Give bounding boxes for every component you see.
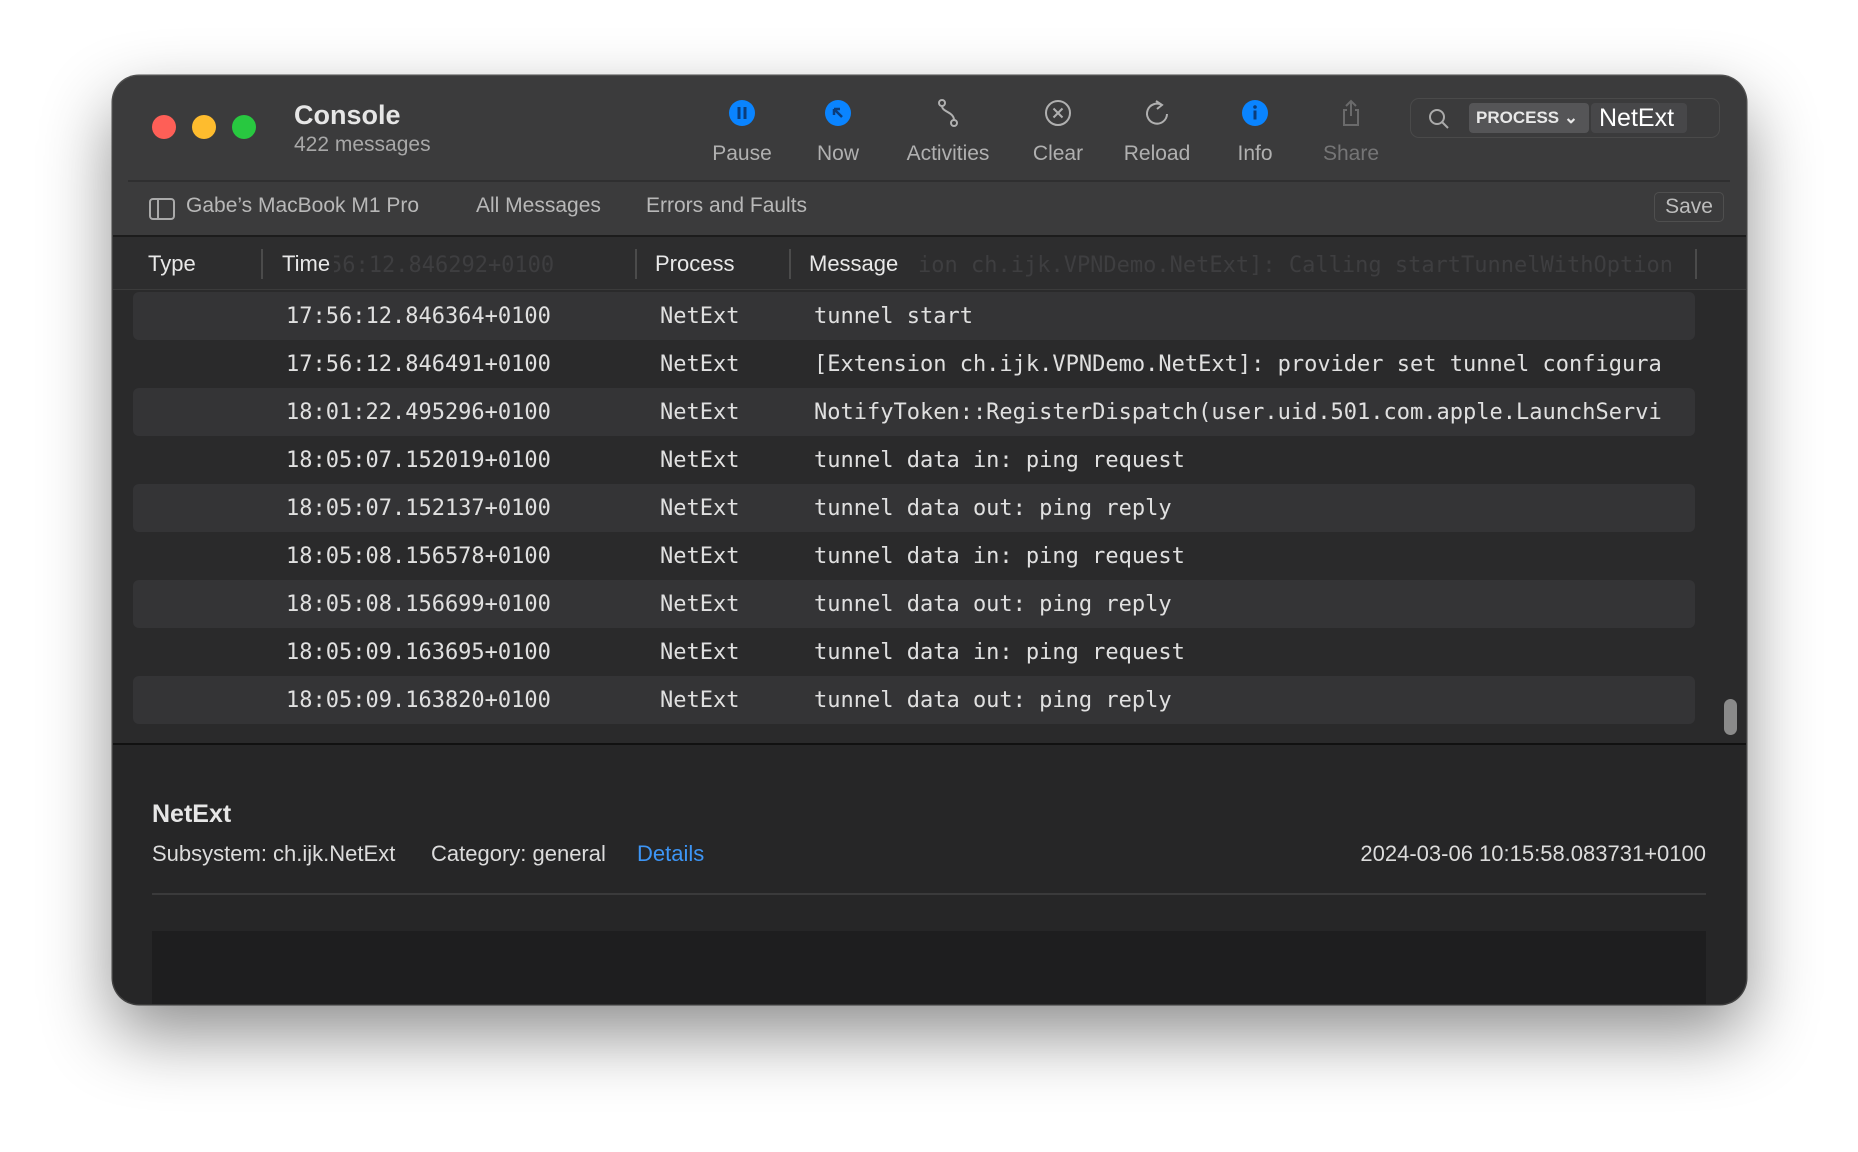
- minimize-button[interactable]: [192, 115, 216, 139]
- cell-message: tunnel start: [814, 304, 973, 329]
- activities-icon: [938, 99, 958, 127]
- zoom-button[interactable]: [232, 115, 256, 139]
- table-row[interactable]: 18:01:22.495296+0100 NetExt NotifyToken::R…: [133, 388, 1695, 436]
- search-token[interactable]: NetExt: [1591, 103, 1687, 133]
- column-separator[interactable]: [635, 249, 637, 279]
- reload-icon: [1146, 100, 1168, 125]
- cell-time: 18:01:22.495296+0100: [286, 400, 551, 425]
- cell-message: NotifyToken::RegisterDispatch(user.uid.5…: [814, 400, 1662, 425]
- table-row[interactable]: 18:05:08.156699+0100 NetExt tunnel data ou…: [133, 580, 1695, 628]
- cell-process: NetExt: [660, 448, 740, 473]
- scrolled-row-message: ion ch.ijk.VPNDemo.NetExt]: Calling star…: [918, 253, 1673, 278]
- save-button[interactable]: Save: [1654, 192, 1724, 222]
- info-icon: [1242, 100, 1268, 126]
- table-row[interactable]: 18:05:07.152019+0100 NetExt tunnel data in…: [133, 436, 1695, 484]
- activities-button[interactable]: Activities: [893, 98, 1003, 166]
- table-row[interactable]: 18:05:08.156578+0100 NetExt tunnel data in…: [133, 532, 1695, 580]
- all-messages-filter[interactable]: All Messages: [476, 194, 601, 218]
- cell-message: tunnel data in: ping request: [814, 448, 1185, 473]
- cell-time: 17:56:12.846364+0100: [286, 304, 551, 329]
- info-button[interactable]: Info: [1200, 98, 1310, 166]
- column-separator[interactable]: [261, 249, 263, 279]
- table-row[interactable]: 18:05:09.163820+0100 NetExt tunnel data ou…: [133, 676, 1695, 724]
- clear-button[interactable]: Clear: [1003, 98, 1113, 166]
- cell-message: tunnel data in: ping request: [814, 544, 1185, 569]
- cell-process: NetExt: [660, 592, 740, 617]
- column-header: 56:12.846292+0100 ion ch.ijk.VPNDemo.Net…: [113, 237, 1746, 290]
- detail-subsystem: Subsystem: ch.ijk.NetExt: [152, 841, 396, 866]
- column-separator[interactable]: [789, 249, 791, 279]
- cell-process: NetExt: [660, 640, 740, 665]
- message-body: [152, 931, 1706, 1004]
- scrollbar-thumb[interactable]: [1724, 699, 1737, 735]
- search-field[interactable]: PROCESS ⌄ NetExt: [1410, 98, 1720, 138]
- table-row[interactable]: 18:05:07.152137+0100 NetExt tunnel data ou…: [133, 484, 1695, 532]
- cell-time: 18:05:08.156578+0100: [286, 544, 551, 569]
- cell-time: 18:05:07.152019+0100: [286, 448, 551, 473]
- pause-icon: [729, 100, 755, 126]
- errors-faults-filter[interactable]: Errors and Faults: [646, 194, 807, 218]
- cell-process: NetExt: [660, 496, 740, 521]
- share-icon: [1343, 99, 1359, 126]
- search-icon: [1429, 109, 1449, 129]
- window-title: Console: [294, 100, 401, 130]
- cell-process: NetExt: [660, 352, 740, 377]
- table-row[interactable]: 17:56:12.846364+0100 NetExt tunnel start: [133, 292, 1695, 340]
- message-count: 422 messages: [294, 133, 431, 156]
- cell-time: 18:05:07.152137+0100: [286, 496, 551, 521]
- cell-message: tunnel data out: ping reply: [814, 496, 1172, 521]
- toolbar-divider: [128, 180, 1730, 182]
- table-row[interactable]: 18:05:09.163695+0100 NetExt tunnel data in…: [133, 628, 1695, 676]
- reload-button[interactable]: Reload: [1102, 98, 1212, 166]
- console-window: Console 422 messages Pause Now Activitie…: [113, 76, 1746, 1004]
- cell-message: tunnel data in: ping request: [814, 640, 1185, 665]
- device-filter[interactable]: Gabe’s MacBook M1 Pro: [186, 194, 419, 218]
- cell-time: 18:05:09.163820+0100: [286, 688, 551, 713]
- detail-process: NetExt: [152, 800, 232, 828]
- detail-pane: NetExt Subsystem: ch.ijk.NetExt Category…: [113, 743, 1746, 1004]
- now-button[interactable]: Now: [783, 98, 893, 166]
- log-list[interactable]: 17:56:12.846364+0100 NetExt tunnel start 17…: [113, 290, 1746, 743]
- chevron-down-icon: ⌄: [1563, 108, 1579, 127]
- clear-icon: [1045, 100, 1071, 126]
- column-type[interactable]: Type: [148, 251, 196, 277]
- sidebar-toggle-icon[interactable]: [149, 198, 175, 220]
- pause-button[interactable]: Pause: [687, 98, 797, 166]
- column-time[interactable]: Time: [282, 251, 335, 277]
- column-process[interactable]: Process: [655, 251, 734, 277]
- toolbar: Console 422 messages Pause Now Activitie…: [113, 76, 1746, 237]
- cell-process: NetExt: [660, 544, 740, 569]
- detail-timestamp: 2024-03-06 10:15:58.083731+0100: [1360, 841, 1706, 866]
- search-field-selector[interactable]: PROCESS ⌄: [1469, 103, 1589, 133]
- cell-process: NetExt: [660, 304, 740, 329]
- scrolled-row-time: 56:12.846292+0100: [329, 253, 555, 278]
- column-message[interactable]: Message: [809, 251, 905, 277]
- cell-time: 18:05:08.156699+0100: [286, 592, 551, 617]
- cell-time: 17:56:12.846491+0100: [286, 352, 551, 377]
- cell-message: tunnel data out: ping reply: [814, 688, 1172, 713]
- cell-time: 18:05:09.163695+0100: [286, 640, 551, 665]
- cell-message: tunnel data out: ping reply: [814, 592, 1172, 617]
- table-row[interactable]: 17:56:12.846491+0100 NetExt [Extension ch.…: [133, 340, 1695, 388]
- now-arrow-icon: [825, 100, 851, 126]
- detail-divider: [152, 893, 1706, 895]
- detail-category: Category: general: [431, 841, 606, 866]
- cell-process: NetExt: [660, 400, 740, 425]
- share-button[interactable]: Share: [1296, 98, 1406, 166]
- cell-message: [Extension ch.ijk.VPNDemo.NetExt]: provi…: [814, 352, 1662, 377]
- details-link[interactable]: Details: [637, 841, 704, 867]
- cell-process: NetExt: [660, 688, 740, 713]
- close-button[interactable]: [152, 115, 176, 139]
- column-separator[interactable]: [1695, 249, 1697, 279]
